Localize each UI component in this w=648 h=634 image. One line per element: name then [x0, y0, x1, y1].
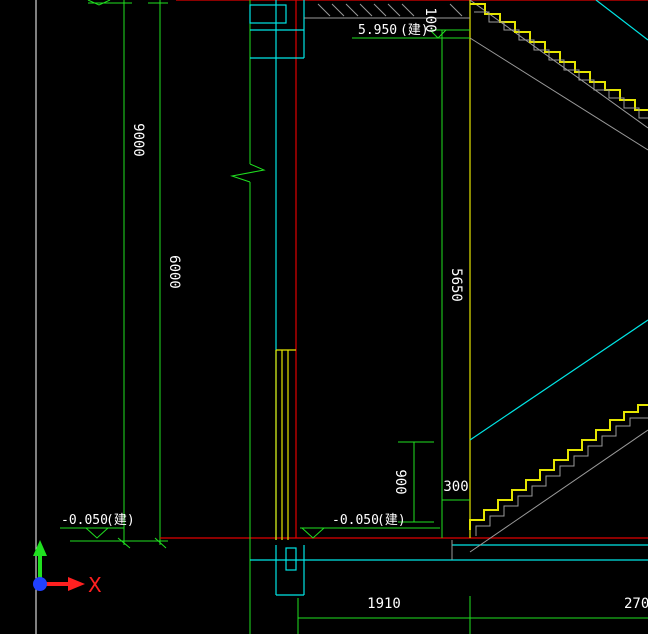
floor-lines-red: [160, 0, 648, 539]
dim-height-total: 9000: [130, 123, 146, 157]
svg-text:(建): (建): [400, 23, 429, 38]
cad-drawing-canvas[interactable]: 9000 6000 5650 900 100 300 1910 270 5.95…: [0, 0, 648, 634]
dim-stair-run: 5650: [448, 268, 464, 302]
svg-text:-0.050: -0.050: [332, 513, 379, 528]
svg-text:(建): (建): [106, 513, 135, 528]
dim-plan-width-1: 1910: [367, 596, 401, 612]
stair-steps-lower-inner: [475, 417, 648, 536]
stair-steps-lower: [469, 404, 648, 530]
dim-stair-offset: 300: [443, 479, 468, 495]
svg-text:-0.050: -0.050: [61, 513, 108, 528]
dim-height-story: 6000: [166, 255, 182, 289]
ucs-origin-icon: [33, 577, 47, 591]
level-label-top: 5.950 (建): [358, 23, 429, 38]
post-yellow: [275, 0, 471, 540]
dim-plan-width-2: 270: [624, 596, 648, 612]
level-label-left: -0.050 (建): [61, 513, 135, 528]
dim-rail-height: 900: [392, 469, 408, 494]
ucs-x-arrow-icon: [68, 577, 85, 591]
dimension-lines-left: [70, 0, 168, 549]
level-label-mid: -0.050 (建): [332, 513, 406, 528]
dimension-lines-stair: [297, 29, 648, 634]
top-slab-hatch: [304, 3, 470, 19]
svg-text:5.950: 5.950: [358, 23, 397, 38]
ucs-y-arrow-icon: [33, 540, 47, 556]
svg-text:(建): (建): [377, 513, 406, 528]
level-marker-left: [60, 527, 124, 539]
ucs-icon: X: [33, 540, 102, 597]
ucs-x-label: X: [88, 573, 102, 597]
wall-section: [230, 0, 266, 634]
